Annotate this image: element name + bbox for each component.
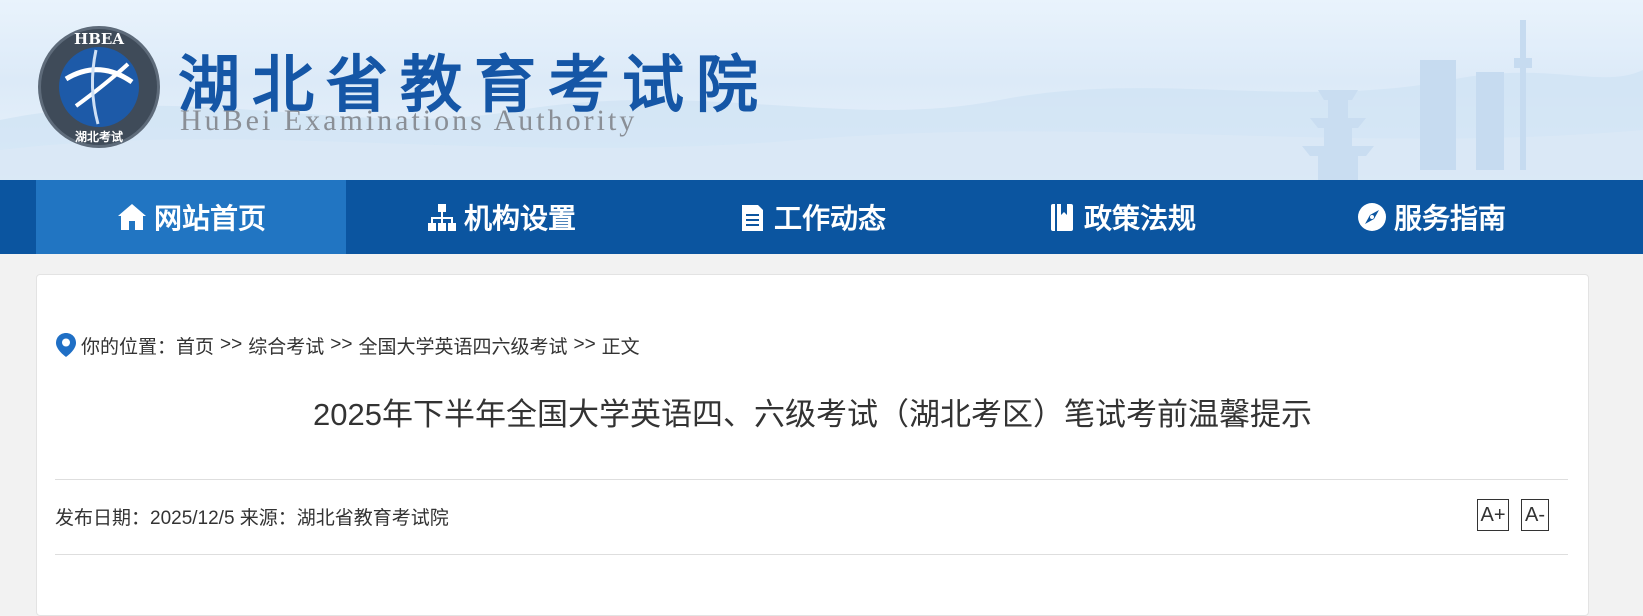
divider bbox=[55, 479, 1568, 480]
location-pin-icon bbox=[56, 333, 76, 357]
nav-item-policies[interactable]: 政策法规 bbox=[966, 180, 1276, 254]
nav-item-label: 机构设置 bbox=[463, 203, 576, 234]
breadcrumb-separator: >> bbox=[220, 334, 243, 355]
header-banner: HBEA 湖北考试 湖北省教育考试院 HuBei Examinations Au… bbox=[0, 0, 1643, 180]
breadcrumb-current: 正文 bbox=[601, 336, 640, 358]
logo-bottom-text: 湖北考试 bbox=[75, 129, 123, 144]
home-icon bbox=[117, 204, 146, 230]
breadcrumb: 你的位置： 首页 >> 综合考试 >> 全国大学英语四六级考试 >> 正文 bbox=[55, 331, 640, 359]
compass-icon bbox=[1357, 203, 1386, 231]
nav-item-label: 服务指南 bbox=[1393, 203, 1506, 234]
article-card: 你的位置： 首页 >> 综合考试 >> 全国大学英语四六级考试 >> 正文 20… bbox=[36, 274, 1589, 616]
nav-item-label: 政策法规 bbox=[1083, 203, 1196, 234]
document-icon bbox=[741, 205, 763, 231]
nav-item-label: 工作动态 bbox=[773, 203, 886, 234]
hbea-logo[interactable]: HBEA 湖北考试 bbox=[36, 24, 162, 150]
main-nav: 网站首页 机构设置 工作动态 政策法规 服务指南 bbox=[0, 180, 1643, 254]
font-decrease-button[interactable]: A- bbox=[1521, 499, 1549, 531]
divider bbox=[55, 554, 1568, 555]
nav-item-work-news[interactable]: 工作动态 bbox=[656, 180, 966, 254]
breadcrumb-prefix: 你的位置： bbox=[81, 336, 177, 358]
nav-item-home[interactable]: 网站首页 bbox=[36, 180, 346, 254]
article-meta: 发布日期：2025/12/5 来源：湖北省教育考试院 bbox=[55, 508, 449, 529]
breadcrumb-separator: >> bbox=[330, 334, 353, 355]
breadcrumb-comprehensive-exams-link[interactable]: 综合考试 bbox=[248, 332, 324, 359]
breadcrumb-separator: >> bbox=[573, 334, 596, 355]
nav-item-label: 网站首页 bbox=[153, 203, 266, 234]
logo-top-text: HBEA bbox=[74, 30, 124, 48]
nav-item-service-guide[interactable]: 服务指南 bbox=[1276, 180, 1586, 254]
breadcrumb-home-link[interactable]: 首页 bbox=[176, 332, 214, 359]
org-chart-icon bbox=[427, 204, 456, 231]
font-increase-button[interactable]: A+ bbox=[1477, 499, 1509, 531]
book-icon bbox=[1050, 204, 1073, 231]
site-subtitle: HuBei Examinations Authority bbox=[180, 104, 638, 137]
breadcrumb-cet-link[interactable]: 全国大学英语四六级考试 bbox=[358, 332, 567, 359]
article-title: 2025年下半年全国大学英语四、六级考试（湖北考区）笔试考前温馨提示 bbox=[313, 397, 1312, 432]
logo-emblem-icon: HBEA 湖北考试 bbox=[38, 26, 160, 148]
nav-item-organization[interactable]: 机构设置 bbox=[346, 180, 656, 254]
